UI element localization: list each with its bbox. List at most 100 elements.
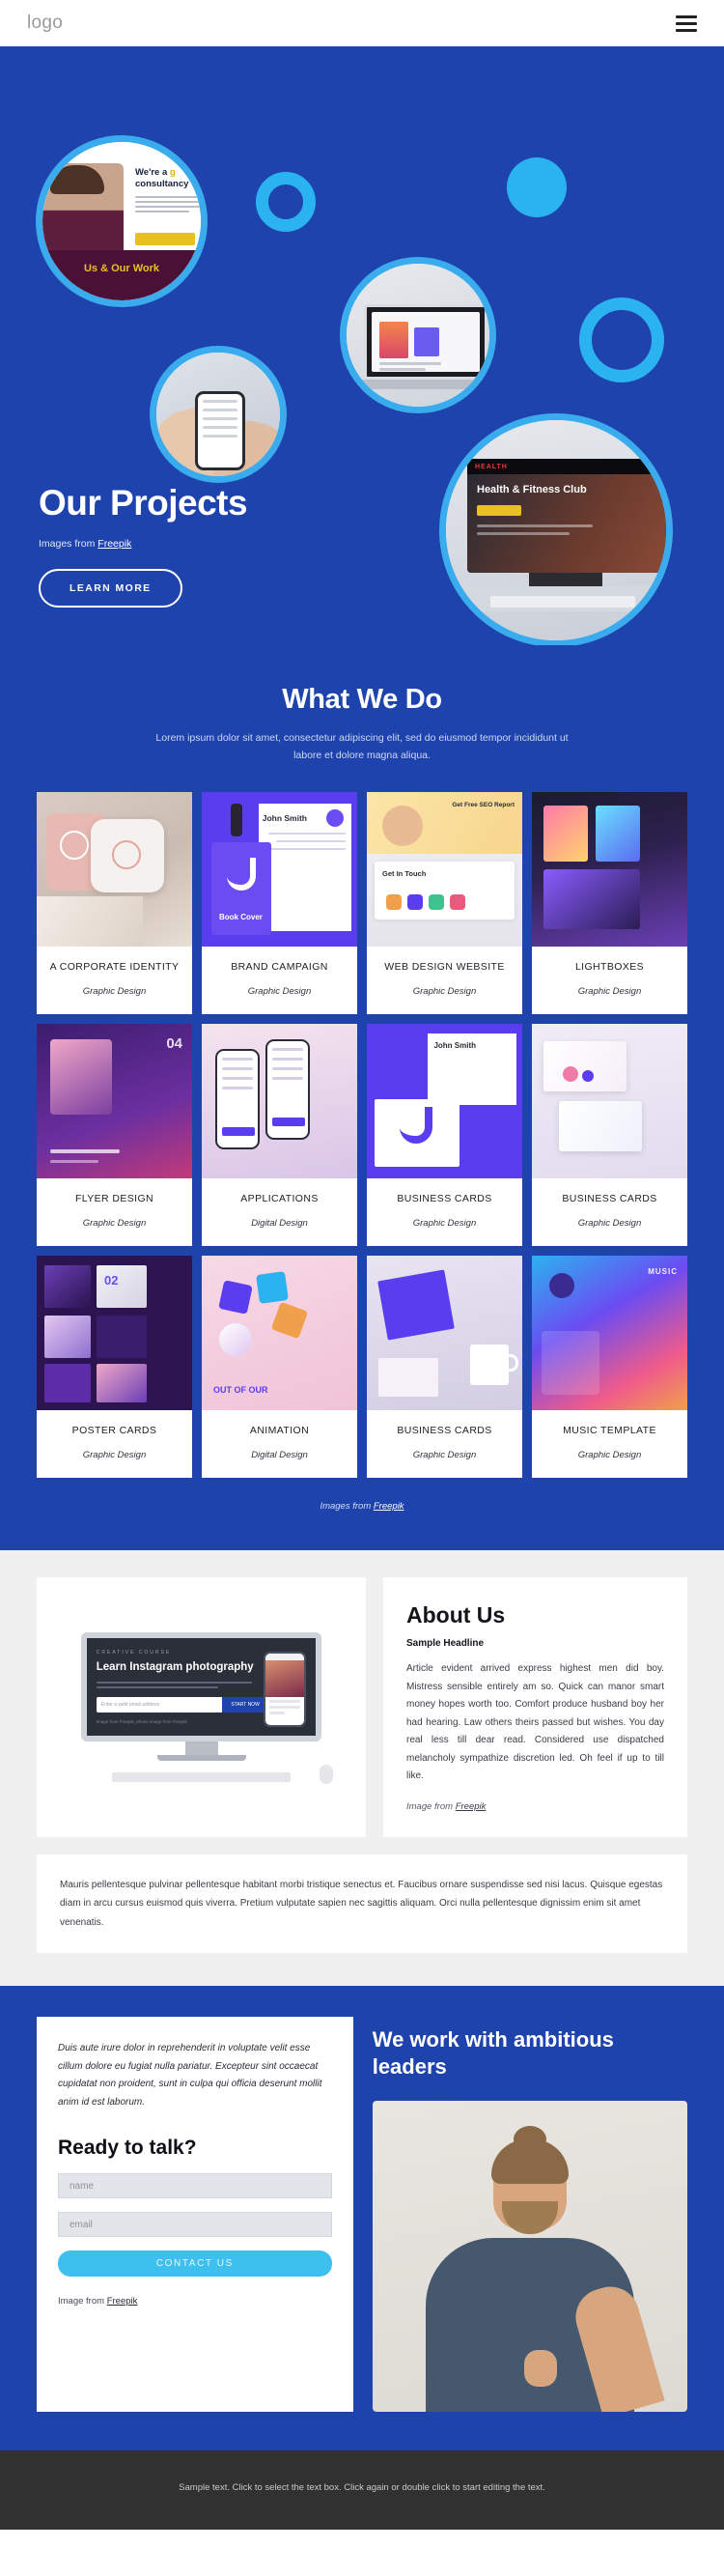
portfolio-thumbnail: 04 bbox=[37, 1023, 192, 1178]
freepik-link[interactable]: Freepik bbox=[456, 1801, 487, 1812]
portfolio-card-meta: BUSINESS CARDS Graphic Design bbox=[367, 1410, 522, 1478]
site-footer: Sample text. Click to select the text bo… bbox=[0, 2450, 724, 2530]
hero-mock-button bbox=[135, 233, 195, 245]
hero-image-laptop bbox=[340, 257, 496, 413]
mauris-card: Mauris pellentesque pulvinar pellentesqu… bbox=[37, 1854, 687, 1954]
portfolio-card[interactable]: John Smith Book Cover BRAND CAMPAIGN Graphi… bbox=[202, 791, 357, 1014]
portfolio-card-meta: MUSIC TEMPLATE Graphic Design bbox=[532, 1410, 687, 1478]
hero-image-phone bbox=[150, 346, 287, 483]
keyboard bbox=[490, 596, 635, 608]
portfolio-card[interactable]: BUSINESS CARDS Graphic Design bbox=[367, 1256, 522, 1479]
portfolio-card[interactable]: OUT OF OUR ANIMATION Digital Design bbox=[202, 1256, 357, 1479]
freepik-link[interactable]: Freepik bbox=[374, 1501, 404, 1512]
hero-section: We're a g consultancy Us & Our Work HEAL… bbox=[0, 46, 724, 645]
hamburger-bar bbox=[676, 21, 697, 25]
contact-section: Duis aute irure dolor in reprehenderit i… bbox=[0, 1986, 724, 2451]
site-header: logo bbox=[0, 0, 724, 46]
fitness-cta bbox=[477, 505, 521, 516]
about-text-card: About Us Sample Headline Article evident… bbox=[383, 1577, 687, 1837]
portfolio-card[interactable]: APPLICATIONS Digital Design bbox=[202, 1023, 357, 1247]
portfolio-card-category: Graphic Design bbox=[247, 985, 312, 997]
portfolio-card-title: LIGHTBOXES bbox=[574, 960, 645, 973]
hero-image-consultancy: We're a g consultancy Us & Our Work bbox=[36, 135, 208, 307]
portfolio-card[interactable]: A CORPORATE IDENTITY Graphic Design bbox=[37, 791, 192, 1014]
portfolio-card-category: Digital Design bbox=[251, 1450, 308, 1461]
portfolio-card-category: Graphic Design bbox=[412, 1450, 477, 1461]
imac-mockup: CREATIVE COURSE Learn Instagram photogra… bbox=[58, 1632, 345, 1784]
hero-mock-headline: We're a g consultancy bbox=[135, 167, 189, 189]
portfolio-card[interactable]: LIGHTBOXES Graphic Design bbox=[532, 791, 687, 1014]
email-input[interactable] bbox=[58, 2212, 332, 2238]
decorative-ring bbox=[256, 172, 316, 232]
imac-mouse bbox=[320, 1764, 334, 1784]
portfolio-card-category: Graphic Design bbox=[577, 1218, 642, 1230]
freepik-link[interactable]: Freepik bbox=[97, 538, 131, 550]
ready-to-talk-heading: Ready to talk? bbox=[58, 2137, 197, 2160]
portfolio-card-category: Graphic Design bbox=[82, 1450, 147, 1461]
fitness-brand: HEALTH bbox=[475, 463, 508, 470]
person-beard bbox=[501, 2201, 558, 2235]
portfolio-thumbnail: MUSIC bbox=[532, 1256, 687, 1411]
laptop-base bbox=[354, 380, 489, 389]
portfolio-card-title: POSTER CARDS bbox=[71, 1425, 157, 1437]
logo[interactable]: logo bbox=[27, 13, 63, 34]
portfolio-card[interactable]: 02 POSTER CARDS Graphic Design bbox=[37, 1256, 192, 1479]
learn-more-button[interactable]: LEARN MORE bbox=[39, 569, 182, 608]
portfolio-card-meta: BRAND CAMPAIGN Graphic Design bbox=[202, 947, 357, 1014]
about-image-card: CREATIVE COURSE Learn Instagram photogra… bbox=[37, 1577, 366, 1837]
section-title: What We Do bbox=[282, 684, 442, 715]
portfolio-card-title: BUSINESS CARDS bbox=[397, 1192, 492, 1204]
portfolio-card-category: Graphic Design bbox=[577, 1450, 642, 1461]
portfolio-card[interactable]: BUSINESS CARDS Graphic Design bbox=[532, 1023, 687, 1247]
portfolio-card-category: Digital Design bbox=[251, 1218, 308, 1230]
monitor-stand bbox=[529, 573, 602, 586]
portfolio-card-category: Graphic Design bbox=[412, 1218, 477, 1230]
page-title: Our Projects bbox=[39, 483, 248, 523]
portfolio-card-meta: LIGHTBOXES Graphic Design bbox=[532, 947, 687, 1014]
hero-image-credit: Images from Freepik bbox=[39, 538, 132, 550]
portfolio-card-meta: BUSINESS CARDS Graphic Design bbox=[532, 1178, 687, 1246]
portfolio-thumbnail: John Smith Book Cover bbox=[202, 791, 357, 947]
name-input[interactable] bbox=[58, 2173, 332, 2199]
portfolio-grid: A CORPORATE IDENTITY Graphic Design John S… bbox=[0, 791, 724, 1479]
imac-base bbox=[156, 1754, 246, 1761]
about-body: Article evident arrived express highest … bbox=[406, 1663, 664, 1782]
portfolio-thumbnail bbox=[37, 791, 192, 947]
portfolio-card-meta: ANIMATION Digital Design bbox=[202, 1410, 357, 1478]
portfolio-section: What We Do Lorem ipsum dolor sit amet, c… bbox=[0, 645, 724, 1551]
footer-text[interactable]: Sample text. Click to select the text bo… bbox=[0, 2479, 724, 2496]
portfolio-card-category: Graphic Design bbox=[412, 985, 477, 997]
portfolio-thumbnail: OUT OF OUR bbox=[202, 1256, 357, 1411]
portfolio-image-credit: Images from Freepik bbox=[320, 1501, 404, 1513]
quote-text: Duis aute irure dolor in reprehenderit i… bbox=[58, 2043, 322, 2108]
imac-keyboard bbox=[112, 1771, 291, 1782]
section-subtitle: Lorem ipsum dolor sit amet, consectetur … bbox=[155, 732, 569, 762]
portfolio-card[interactable]: 04 FLYER DESIGN Graphic Design bbox=[37, 1023, 192, 1247]
portfolio-card[interactable]: Get Free SEO Report Get In Touch WEB DESIG… bbox=[367, 791, 522, 1014]
portfolio-card-title: WEB DESIGN WEBSITE bbox=[384, 960, 505, 973]
laptop-body bbox=[364, 304, 487, 380]
freepik-link[interactable]: Freepik bbox=[107, 2296, 138, 2307]
mock-phone bbox=[264, 1652, 307, 1728]
leaders-block: We work with ambitious leaders bbox=[372, 2017, 687, 2413]
hamburger-menu-icon[interactable] bbox=[676, 14, 697, 32]
portfolio-card-title: BUSINESS CARDS bbox=[562, 1192, 657, 1204]
hamburger-bar bbox=[676, 28, 697, 32]
contact-form-card: Duis aute irure dolor in reprehenderit i… bbox=[37, 2017, 353, 2413]
leader-photo bbox=[372, 2101, 687, 2413]
portfolio-thumbnail bbox=[202, 1023, 357, 1178]
portfolio-card[interactable]: John Smith BUSINESS CARDS Graphic Design bbox=[367, 1023, 522, 1247]
hero-mock-paragraph bbox=[135, 195, 201, 213]
portfolio-card-title: BUSINESS CARDS bbox=[397, 1425, 492, 1437]
about-heading: About Us bbox=[406, 1602, 506, 1628]
portfolio-card-meta: BUSINESS CARDS Graphic Design bbox=[367, 1178, 522, 1246]
portfolio-card-title: FLYER DESIGN bbox=[74, 1192, 154, 1204]
mauris-paragraph: Mauris pellentesque pulvinar pellentesqu… bbox=[60, 1879, 663, 1928]
person-hair-bun bbox=[513, 2126, 546, 2154]
portfolio-card-title: MUSIC TEMPLATE bbox=[563, 1425, 656, 1437]
portfolio-card[interactable]: MUSIC MUSIC TEMPLATE Graphic Design bbox=[532, 1256, 687, 1479]
portfolio-card-title: ANIMATION bbox=[249, 1425, 310, 1437]
portfolio-thumbnail: 02 bbox=[37, 1256, 192, 1411]
contact-us-button[interactable]: CONTACT US bbox=[58, 2250, 332, 2278]
portfolio-card-category: Graphic Design bbox=[82, 1218, 147, 1230]
